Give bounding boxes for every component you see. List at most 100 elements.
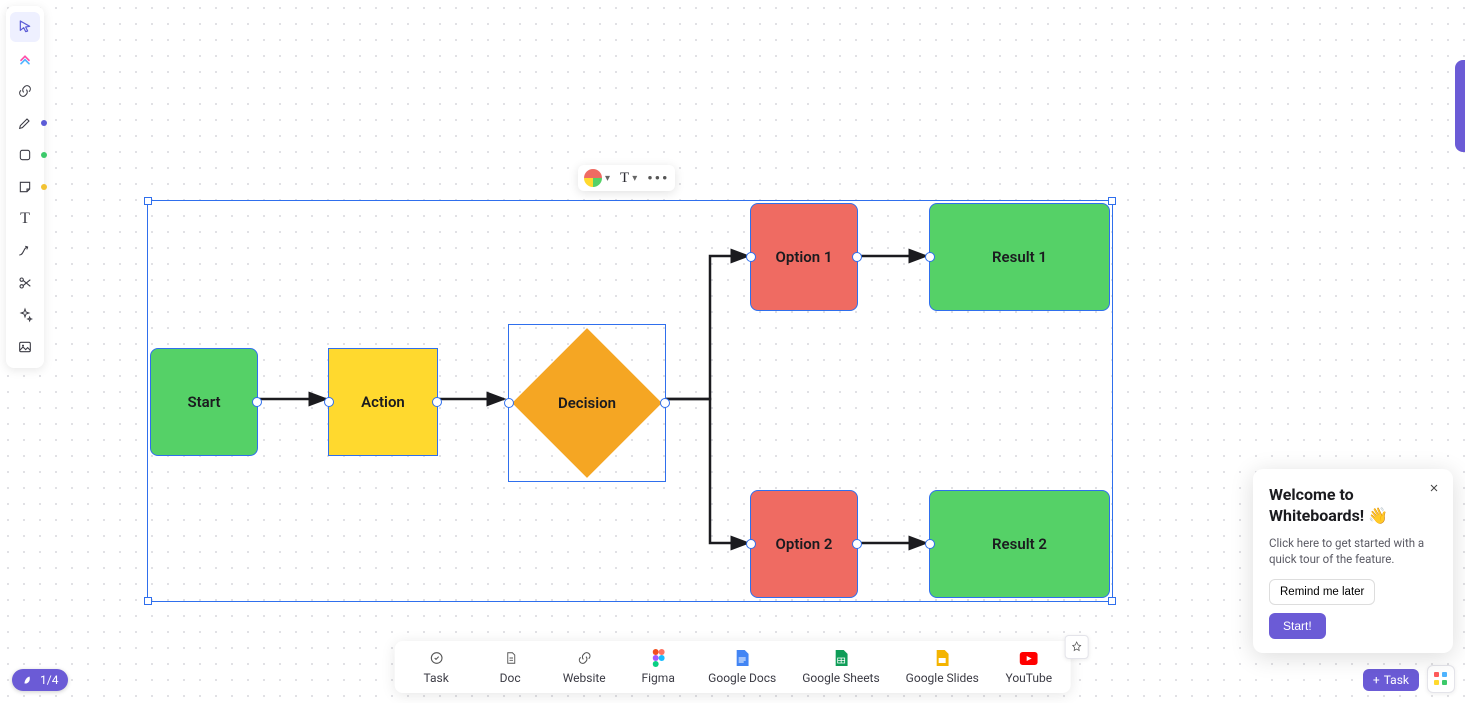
- dock-google-sheets[interactable]: Google Sheets: [802, 649, 879, 685]
- dock-task[interactable]: Task: [412, 649, 460, 685]
- dock-figma[interactable]: Figma: [634, 649, 682, 685]
- connection-port[interactable]: [852, 539, 862, 549]
- dock-website[interactable]: Website: [560, 649, 608, 685]
- clickup-tool[interactable]: [10, 44, 40, 74]
- dock-label: Task: [424, 671, 449, 685]
- chevron-down-icon: ▾: [605, 173, 610, 184]
- pen-icon: [17, 115, 33, 131]
- right-side-tab[interactable]: [1455, 60, 1465, 152]
- connection-port[interactable]: [504, 398, 514, 408]
- resize-handle-br[interactable]: [1108, 597, 1116, 605]
- link-icon: [17, 83, 33, 99]
- popup-title: Welcome to Whiteboards! 👋: [1269, 485, 1437, 527]
- dock-google-slides[interactable]: Google Slides: [906, 649, 979, 685]
- node-label: Result 1: [992, 248, 1047, 266]
- scissors-icon: [17, 275, 33, 291]
- clickup-icon: [17, 51, 33, 67]
- onboarding-popup: Welcome to Whiteboards! 👋 Click here to …: [1253, 469, 1453, 653]
- figma-icon: [652, 649, 664, 667]
- ellipsis-icon: •••: [647, 169, 669, 187]
- image-icon: [17, 339, 33, 355]
- resize-handle-bl[interactable]: [144, 597, 152, 605]
- more-options-button[interactable]: •••: [647, 169, 669, 187]
- cursor-tool[interactable]: [10, 12, 40, 42]
- dock-google-docs[interactable]: Google Docs: [708, 649, 776, 685]
- start-tour-button[interactable]: Start!: [1269, 613, 1326, 639]
- connection-port[interactable]: [925, 539, 935, 549]
- resize-handle-tl[interactable]: [144, 197, 152, 205]
- sparkle-icon: [17, 307, 33, 323]
- connection-port[interactable]: [324, 397, 334, 407]
- google-docs-icon: [736, 649, 749, 667]
- close-button[interactable]: [1425, 479, 1443, 497]
- node-label: Option 1: [776, 248, 833, 266]
- color-picker-button[interactable]: ▾: [584, 169, 610, 187]
- resize-handle-tr[interactable]: [1108, 197, 1116, 205]
- connection-port[interactable]: [852, 252, 862, 262]
- dock-label: Google Sheets: [802, 671, 879, 685]
- ai-tool[interactable]: [10, 300, 40, 330]
- color-swatch-icon: [584, 169, 602, 187]
- node-label: Start: [187, 393, 220, 411]
- dock-label: Google Slides: [906, 671, 979, 685]
- node-label: Action: [361, 393, 405, 411]
- dock-doc[interactable]: Doc: [486, 649, 534, 685]
- image-tool[interactable]: [10, 332, 40, 362]
- cursor-icon: [17, 19, 33, 35]
- add-task-button[interactable]: + Task: [1363, 669, 1419, 691]
- shape-tool[interactable]: [10, 140, 40, 170]
- context-toolbar: ▾ T ▾ •••: [578, 165, 675, 191]
- pin-icon: [1071, 641, 1083, 653]
- text-icon: T: [620, 170, 629, 187]
- connector-tool[interactable]: [10, 236, 40, 266]
- pen-tool[interactable]: [10, 108, 40, 138]
- task-card-icon: [428, 649, 444, 667]
- node-result1[interactable]: Result 1: [929, 203, 1110, 311]
- text-style-button[interactable]: T ▾: [620, 170, 637, 187]
- connector-icon: [17, 243, 33, 259]
- node-label: Result 2: [992, 535, 1047, 553]
- connection-port[interactable]: [252, 397, 262, 407]
- node-start[interactable]: Start: [150, 348, 258, 456]
- apps-grid-icon: [1434, 672, 1448, 686]
- apps-button[interactable]: [1427, 665, 1455, 693]
- connection-port[interactable]: [925, 252, 935, 262]
- connection-port[interactable]: [746, 539, 756, 549]
- node-result2[interactable]: Result 2: [929, 490, 1110, 598]
- connection-port[interactable]: [660, 398, 670, 408]
- text-icon: T: [20, 210, 30, 228]
- remind-later-button[interactable]: Remind me later: [1269, 579, 1375, 605]
- page-badge[interactable]: 1/4: [12, 669, 68, 691]
- shape-icon: [17, 147, 33, 163]
- node-label: Decision: [558, 394, 616, 412]
- pin-dock-button[interactable]: [1065, 635, 1089, 659]
- dock-label: Google Docs: [708, 671, 776, 685]
- google-sheets-icon: [834, 649, 847, 667]
- dock-label: YouTube: [1006, 671, 1053, 685]
- node-option2[interactable]: Option 2: [750, 490, 858, 598]
- google-slides-icon: [936, 649, 949, 667]
- sticky-note-icon: [17, 179, 33, 195]
- node-decision[interactable]: Decision: [508, 324, 666, 482]
- connection-port[interactable]: [432, 397, 442, 407]
- chevron-down-icon: ▾: [632, 173, 637, 184]
- rocket-icon: [22, 674, 34, 686]
- text-tool[interactable]: T: [10, 204, 40, 234]
- node-label: Option 2: [776, 535, 833, 553]
- doc-card-icon: [503, 649, 517, 667]
- dock-youtube[interactable]: YouTube: [1005, 649, 1053, 685]
- connection-port[interactable]: [746, 252, 756, 262]
- node-option1[interactable]: Option 1: [750, 203, 858, 311]
- page-badge-label: 1/4: [40, 673, 58, 687]
- popup-body: Click here to get started with a quick t…: [1269, 535, 1437, 567]
- youtube-icon: [1020, 649, 1038, 667]
- dock-label: Doc: [500, 671, 521, 685]
- task-button-label: Task: [1384, 673, 1409, 687]
- sticky-note-tool[interactable]: [10, 172, 40, 202]
- link-tool[interactable]: [10, 76, 40, 106]
- dock-label: Website: [563, 671, 606, 685]
- scissors-tool[interactable]: [10, 268, 40, 298]
- website-card-icon: [576, 649, 592, 667]
- color-dot-icon: [41, 152, 47, 158]
- node-action[interactable]: Action: [328, 348, 438, 456]
